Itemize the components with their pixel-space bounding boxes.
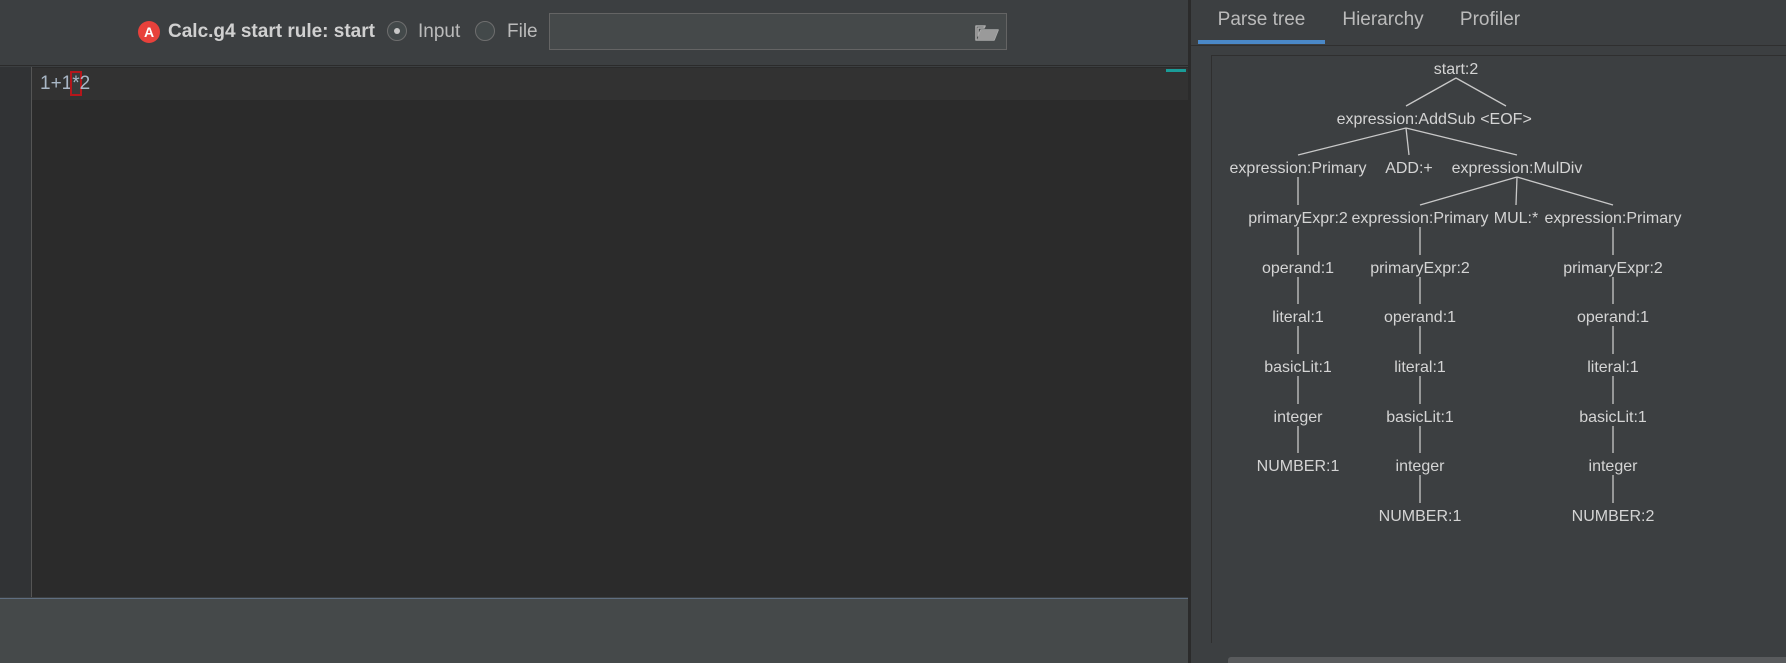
file-radio[interactable]: [475, 21, 495, 41]
tree-node[interactable]: NUMBER:2: [1572, 508, 1655, 525]
input-editor[interactable]: 1+1*2: [0, 67, 1188, 597]
tree-node[interactable]: expression:Primary: [1352, 210, 1489, 227]
error-token: *: [70, 71, 82, 96]
antlr-preview-window: A Calc.g4 start rule: start Input File 1…: [0, 0, 1786, 663]
tree-edge: [1405, 127, 1518, 156]
tab-parse-tree[interactable]: Parse tree: [1198, 0, 1325, 44]
tree-node[interactable]: integer: [1589, 458, 1639, 475]
tree-node[interactable]: integer: [1274, 409, 1324, 426]
tree-node[interactable]: primaryExpr:2: [1563, 260, 1663, 277]
input-text[interactable]: 1+1*2: [40, 71, 91, 96]
tree-node[interactable]: primaryExpr:2: [1248, 210, 1348, 227]
input-radio-label[interactable]: Input: [418, 20, 460, 44]
tree-node[interactable]: basicLit:1: [1579, 409, 1647, 426]
file-radio-label[interactable]: File: [507, 20, 538, 44]
tree-edge: [1405, 127, 1410, 156]
tree-node[interactable]: operand:1: [1384, 309, 1456, 326]
tree-node[interactable]: literal:1: [1394, 359, 1446, 376]
tab-profiler[interactable]: Profiler: [1451, 0, 1529, 44]
tree-edge: [1405, 77, 1457, 107]
tree-node[interactable]: MUL:*: [1494, 210, 1538, 227]
parse-tree-view[interactable]: start:2 expression:AddSub <EOF> expression:…: [1211, 55, 1786, 643]
input-text-valid: 1+1: [40, 73, 73, 94]
tree-node[interactable]: basicLit:1: [1264, 359, 1332, 376]
tree-node[interactable]: expression:Primary: [1545, 210, 1682, 227]
tree-edge: [1297, 127, 1407, 156]
current-line-highlight: [32, 68, 1188, 100]
tree-node[interactable]: ADD:+: [1385, 160, 1433, 177]
tree-edge: [1455, 77, 1507, 107]
tree-node[interactable]: NUMBER:1: [1257, 458, 1340, 475]
tree-node[interactable]: basicLit:1: [1386, 409, 1454, 426]
error-stripe-marker[interactable]: [1166, 69, 1186, 72]
tree-pane: Parse tree Hierarchy Profiler start:2 exp…: [1191, 0, 1786, 663]
tree-node[interactable]: start:2: [1434, 61, 1479, 78]
tree-node[interactable]: expression:MulDiv: [1452, 160, 1583, 177]
tree-edge: [1516, 176, 1614, 206]
grammar-start-rule-label: Calc.g4 start rule: start: [168, 21, 375, 42]
tree-node[interactable]: integer: [1396, 458, 1446, 475]
tree-node[interactable]: literal:1: [1272, 309, 1324, 326]
tree-node[interactable]: operand:1: [1262, 260, 1334, 277]
tree-node[interactable]: expression:Primary: [1230, 160, 1367, 177]
tree-tab-bar: Parse tree Hierarchy Profiler: [1191, 0, 1786, 46]
antlr-icon: A: [138, 21, 160, 43]
parse-tree-canvas: start:2 expression:AddSub <EOF> expression:…: [1230, 61, 1682, 525]
tree-node[interactable]: <EOF>: [1480, 111, 1532, 128]
file-path-input[interactable]: [549, 13, 1007, 50]
tab-hierarchy[interactable]: Hierarchy: [1332, 0, 1434, 44]
tree-node[interactable]: literal:1: [1587, 359, 1639, 376]
tree-node[interactable]: operand:1: [1577, 309, 1649, 326]
tree-edge: [1419, 176, 1518, 206]
status-panel: [0, 598, 1188, 663]
tree-node[interactable]: primaryExpr:2: [1370, 260, 1470, 277]
horizontal-scrollbar[interactable]: [1228, 657, 1786, 663]
input-radio[interactable]: [387, 21, 407, 41]
input-pane: A Calc.g4 start rule: start Input File 1…: [0, 0, 1188, 663]
preview-toolbar: A Calc.g4 start rule: start Input File: [0, 0, 1188, 66]
editor-gutter: [0, 67, 32, 597]
tree-node[interactable]: expression:AddSub: [1337, 111, 1476, 128]
tree-node[interactable]: NUMBER:1: [1379, 508, 1462, 525]
folder-open-icon[interactable]: [975, 22, 999, 42]
tree-edge: [1515, 176, 1518, 206]
input-text-rest: 2: [79, 73, 91, 94]
